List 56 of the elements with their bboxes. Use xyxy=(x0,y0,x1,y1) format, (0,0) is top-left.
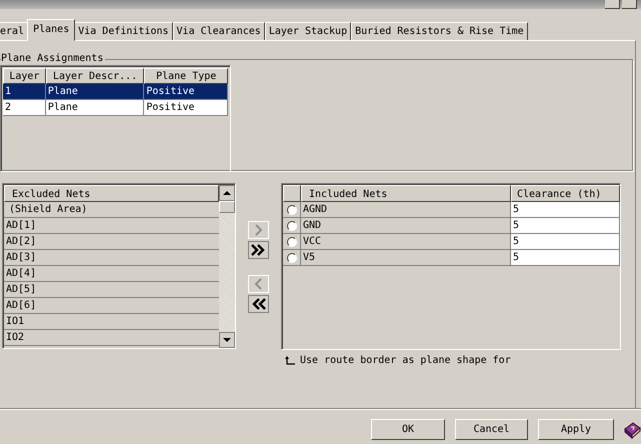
table-cell: VCC xyxy=(301,234,511,250)
column-header[interactable]: Layer xyxy=(3,68,46,84)
list-item[interactable]: AD[2] xyxy=(4,234,219,250)
table-cell: AGND xyxy=(301,202,511,218)
dialog-button[interactable]: Apply xyxy=(538,419,614,440)
clearance-field[interactable]: 5 xyxy=(511,218,620,234)
double-chevron-left-icon[interactable] xyxy=(248,295,269,313)
corner-arrow-icon xyxy=(285,356,295,366)
scroll-down-icon[interactable] xyxy=(219,332,235,348)
table-cell: Plane xyxy=(46,84,144,100)
window-button[interactable] xyxy=(622,0,637,9)
list-item[interactable]: AD[5] xyxy=(4,282,219,298)
tab[interactable]: Via Definitions xyxy=(74,22,173,40)
scrollbar[interactable] xyxy=(219,185,235,348)
book-icon[interactable] xyxy=(623,420,641,438)
list-item[interactable]: AD[6] xyxy=(4,298,219,314)
row-header xyxy=(283,185,301,202)
table-cell: 2 xyxy=(3,100,46,116)
list-item[interactable]: IO1 xyxy=(4,314,219,330)
tab[interactable]: Via Clearances xyxy=(172,22,265,40)
list-item[interactable]: (Shield Area) xyxy=(4,202,219,218)
tab[interactable]: Planes xyxy=(27,19,76,41)
tab[interactable]: Buried Resistors & Rise Time xyxy=(351,22,528,40)
column-header[interactable]: Excluded Nets xyxy=(4,185,219,202)
column-header[interactable]: Layer Descr... xyxy=(46,68,144,84)
table-cell: Plane xyxy=(46,100,144,116)
clearance-field[interactable]: 5 xyxy=(511,202,620,218)
table-cell: V5 xyxy=(301,250,511,266)
tab[interactable]: Layer Stackup xyxy=(264,22,352,40)
note-text: Use route border as plane shape for xyxy=(300,355,511,366)
table-cell: GND xyxy=(301,218,511,234)
table-row[interactable]: 1 Plane Positive xyxy=(3,84,228,100)
dialog-button[interactable]: OK xyxy=(371,419,445,440)
table-row[interactable]: 2 Plane Positive xyxy=(3,100,228,116)
window-button[interactable] xyxy=(605,0,620,9)
list-item[interactable]: AD[1] xyxy=(4,218,219,234)
column-header[interactable]: Plane Type xyxy=(144,68,228,84)
clearance-field[interactable]: 5 xyxy=(511,250,620,266)
group-title: Plane Assignments xyxy=(1,53,104,65)
table-cell: 1 xyxy=(3,84,46,100)
scroll-up-icon[interactable] xyxy=(219,185,235,201)
radio-button[interactable] xyxy=(286,236,296,246)
clearance-field[interactable]: 5 xyxy=(511,234,620,250)
radio-button[interactable] xyxy=(286,220,296,230)
radio-button[interactable] xyxy=(286,204,296,214)
dialog-button[interactable]: Cancel xyxy=(455,419,528,440)
scroll-thumb[interactable] xyxy=(219,201,235,213)
list-item[interactable]: IO2 xyxy=(4,330,219,346)
double-chevron-right-icon[interactable] xyxy=(248,241,269,259)
column-header[interactable]: Clearance (th) xyxy=(511,185,620,202)
column-header[interactable]: Included Nets xyxy=(301,185,511,202)
list-item[interactable]: AD[3] xyxy=(4,250,219,266)
radio-button[interactable] xyxy=(286,252,296,262)
list-item[interactable]: AD[4] xyxy=(4,266,219,282)
table-cell: Positive xyxy=(144,100,228,116)
table-cell: Positive xyxy=(144,84,228,100)
